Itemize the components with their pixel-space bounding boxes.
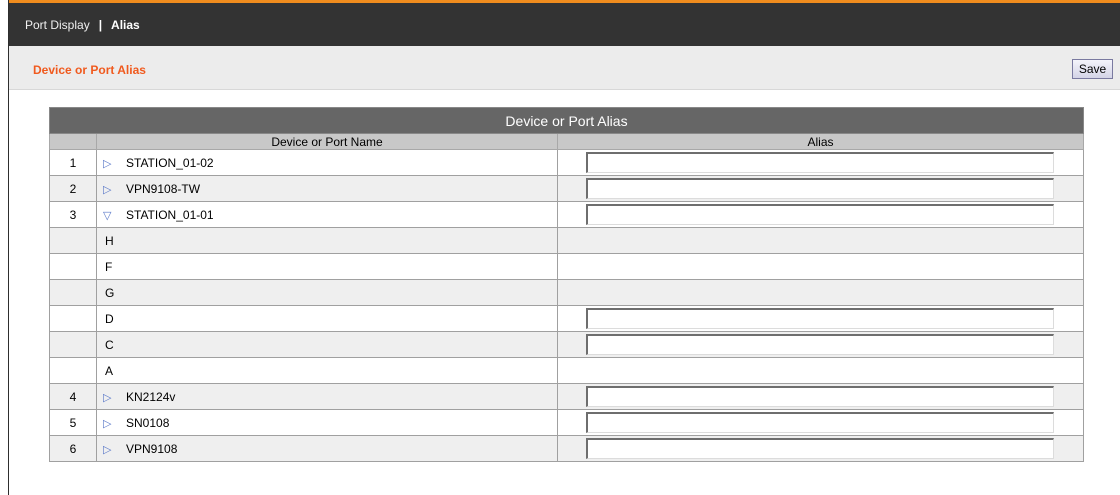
table-row: G [49,279,1085,306]
table-row: 2 ▷ VPN9108-TW [49,175,1085,202]
column-header-alias: Alias [556,133,1085,150]
alias-input[interactable] [586,308,1054,329]
name-label: VPN9108 [126,441,178,456]
table-row: 4 ▷ KN2124v [49,383,1085,410]
alias-cell [556,409,1085,436]
port-name-cell: A [96,357,558,384]
table-row: 6 ▷ VPN9108 [49,435,1085,462]
save-button[interactable]: Save [1072,59,1113,79]
alias-table: Device or Port Alias Device or Port Name… [48,107,1085,462]
alias-input[interactable] [586,178,1054,199]
device-name-cell: ▷ VPN9108-TW [96,175,558,202]
name-label: D [105,311,114,326]
alias-table-body: 1 ▷ STATION_01-02 2 ▷ VPN9108-TW 3 ▽ STATION_01-… [49,149,1085,462]
table-row: 3 ▽ STATION_01-01 [49,201,1085,228]
device-name-cell: ▷ SN0108 [96,409,558,436]
table-row: C [49,331,1085,358]
expand-down-icon[interactable]: ▽ [103,209,115,222]
expand-right-icon[interactable]: ▷ [103,417,115,430]
table-row: D [49,305,1085,332]
row-index [49,331,97,358]
page-header: Device or Port Alias Save [9,46,1120,90]
alias-cell [556,435,1085,462]
name-label: A [105,363,114,378]
breadcrumb: Port Display | Alias [25,18,140,32]
alias-cell [556,331,1085,358]
alias-cell [556,175,1085,202]
port-name-cell: D [96,305,558,332]
breadcrumb-separator: | [98,18,103,32]
row-index [49,227,97,254]
row-index [49,253,97,280]
expand-right-icon[interactable]: ▷ [103,391,115,404]
breadcrumb-port-display[interactable]: Port Display [25,18,90,32]
alias-table-container: Device or Port Alias Device or Port Name… [48,107,1085,462]
alias-cell [556,227,1085,254]
name-label: STATION_01-02 [126,155,214,170]
name-label: STATION_01-01 [126,207,214,222]
table-row: A [49,357,1085,384]
column-header-index [49,133,97,150]
row-index: 5 [49,409,97,436]
breadcrumb-alias[interactable]: Alias [111,18,140,32]
expand-right-icon[interactable]: ▷ [103,443,115,456]
port-name-cell: F [96,253,558,280]
name-label: VPN9108-TW [126,181,201,196]
name-label: KN2124v [126,389,176,404]
port-name-cell: H [96,227,558,254]
row-index: 6 [49,435,97,462]
alias-cell [556,253,1085,280]
table-row: 1 ▷ STATION_01-02 [49,149,1085,176]
alias-input[interactable] [586,438,1054,459]
alias-cell [556,201,1085,228]
name-label: F [105,259,113,274]
alias-input[interactable] [586,386,1054,407]
alias-input[interactable] [586,152,1054,173]
device-name-cell: ▽ STATION_01-01 [96,201,558,228]
alias-cell [556,279,1085,306]
device-name-cell: ▷ VPN9108 [96,435,558,462]
expand-right-icon[interactable]: ▷ [103,183,115,196]
device-name-cell: ▷ KN2124v [96,383,558,410]
table-row: 5 ▷ SN0108 [49,409,1085,436]
row-index [49,305,97,332]
alias-cell [556,149,1085,176]
alias-input[interactable] [586,412,1054,433]
page-title: Device or Port Alias [33,63,146,77]
port-name-cell: C [96,331,558,358]
app-frame: Port Display | Alias Device or Port Alias … [8,0,1120,495]
column-header-name: Device or Port Name [96,133,558,150]
alias-input[interactable] [586,334,1054,355]
row-index [49,279,97,306]
name-label: H [105,233,114,248]
device-name-cell: ▷ STATION_01-02 [96,149,558,176]
alias-cell [556,305,1085,332]
port-name-cell: G [96,279,558,306]
name-label: C [105,337,114,352]
name-label: SN0108 [126,415,170,430]
expand-right-icon[interactable]: ▷ [103,157,115,170]
alias-cell [556,383,1085,410]
table-row: H [49,227,1085,254]
row-index: 2 [49,175,97,202]
table-caption: Device or Port Alias [48,107,1085,134]
name-label: G [105,285,115,300]
row-index: 3 [49,201,97,228]
alias-input[interactable] [586,204,1054,225]
table-row: F [49,253,1085,280]
row-index: 4 [49,383,97,410]
top-navigation-bar: Port Display | Alias [9,0,1120,46]
alias-cell [556,357,1085,384]
row-index [49,357,97,384]
row-index: 1 [49,149,97,176]
